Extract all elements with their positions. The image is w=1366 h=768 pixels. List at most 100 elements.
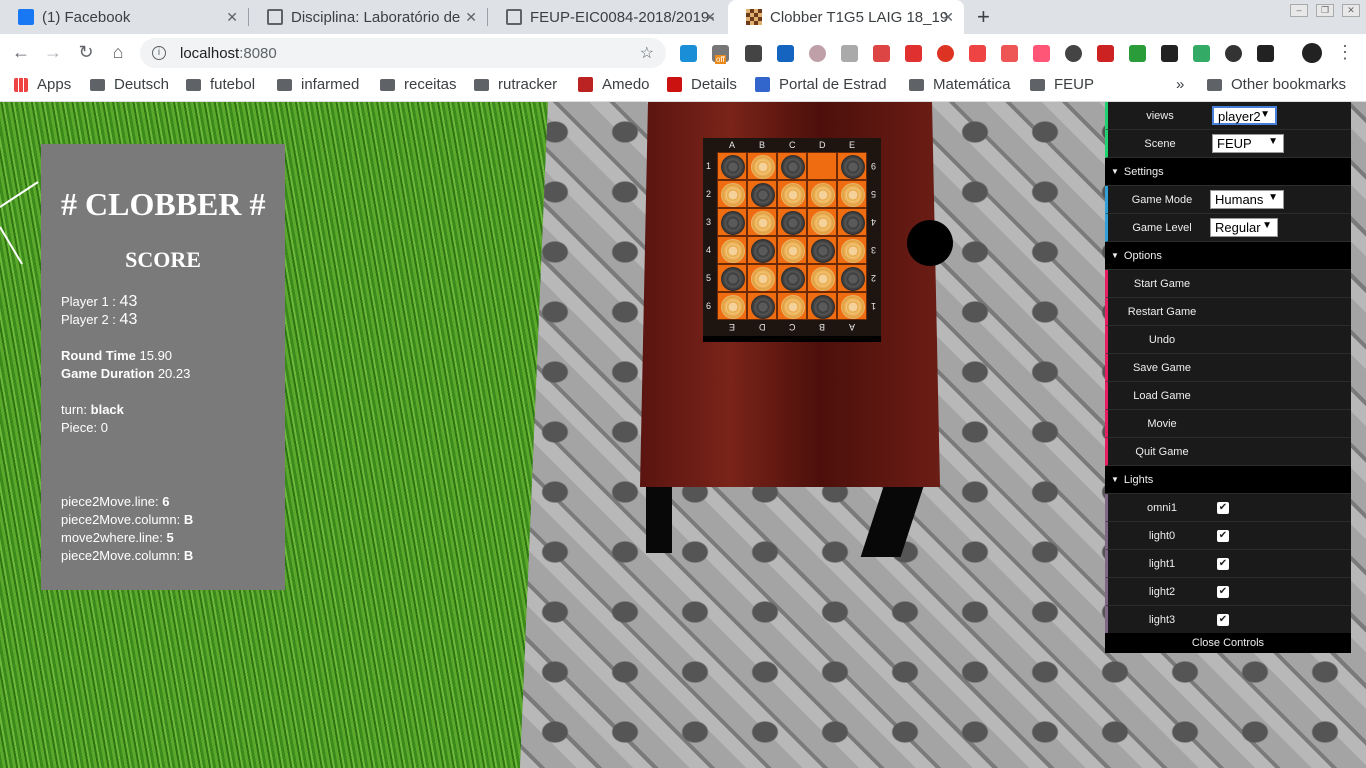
lights-folder[interactable]: ▼ Lights (1105, 466, 1351, 494)
black-piece[interactable] (721, 155, 745, 179)
board-cell[interactable] (837, 208, 867, 236)
board-cell[interactable] (777, 208, 807, 236)
bookmark-deutsch[interactable]: Deutsch (90, 76, 169, 93)
board-cell[interactable] (777, 236, 807, 264)
undo-button[interactable]: Undo (1105, 326, 1351, 354)
board-cell[interactable] (807, 180, 837, 208)
extension-icon[interactable] (1001, 45, 1018, 62)
board-cell[interactable] (837, 180, 867, 208)
black-piece[interactable] (781, 267, 805, 291)
tab-clobber[interactable]: Clobber T1G5 LAIG 18_19 ✕ (728, 0, 964, 34)
home-icon[interactable]: ⌂ (107, 42, 129, 63)
cloud-download-icon[interactable] (1225, 45, 1242, 62)
scene-select[interactable]: FEUP ▼ (1212, 134, 1284, 153)
black-piece[interactable] (721, 211, 745, 235)
board-cell[interactable] (837, 264, 867, 292)
board-cell[interactable] (807, 208, 837, 236)
white-piece[interactable] (781, 295, 805, 319)
white-piece[interactable] (811, 183, 835, 207)
close-tab-icon[interactable]: ✕ (704, 9, 716, 26)
bookmark-rutracker[interactable]: rutracker (474, 76, 557, 93)
extension-icon[interactable] (1161, 45, 1178, 62)
avatar[interactable] (1302, 43, 1322, 63)
extension-icon[interactable] (1033, 45, 1050, 62)
black-piece[interactable] (811, 295, 835, 319)
close-tab-icon[interactable]: ✕ (465, 9, 477, 26)
white-piece[interactable] (841, 295, 865, 319)
board-cell[interactable] (747, 180, 777, 208)
board-cell[interactable] (807, 292, 837, 320)
black-piece[interactable] (721, 267, 745, 291)
minimize-icon[interactable]: – (1290, 4, 1308, 17)
maximize-icon[interactable]: ❐ (1316, 4, 1334, 17)
settings-folder[interactable]: ▼ Settings (1105, 158, 1351, 186)
white-piece[interactable] (721, 239, 745, 263)
white-piece[interactable] (841, 239, 865, 263)
black-piece[interactable] (841, 155, 865, 179)
extension-icon[interactable] (1193, 45, 1210, 62)
light-checkbox[interactable]: ✔ (1217, 557, 1229, 570)
extension-icon[interactable] (969, 45, 986, 62)
light-checkbox[interactable]: ✔ (1217, 529, 1229, 542)
address-bar[interactable]: i localhost:8080 ☆ (140, 38, 666, 68)
bookmark-feup[interactable]: FEUP (1030, 76, 1094, 93)
board-cell[interactable] (807, 236, 837, 264)
menu-icon[interactable]: ⋮ (1334, 42, 1356, 63)
white-piece[interactable] (811, 267, 835, 291)
forward-icon[interactable]: → (42, 42, 64, 63)
bookmark-receitas[interactable]: receitas (380, 76, 457, 93)
extension-icon[interactable] (841, 45, 858, 62)
extension-icon[interactable] (905, 45, 922, 62)
board-cell[interactable] (717, 208, 747, 236)
board-cell[interactable] (807, 152, 837, 180)
tab-disciplina[interactable]: Disciplina: Laboratório de ✕ (249, 0, 487, 34)
white-piece[interactable] (841, 183, 865, 207)
bookmark-infarmed[interactable]: infarmed (277, 76, 359, 93)
extension-icon[interactable] (1065, 45, 1082, 62)
views-select[interactable]: player2 ▼ (1212, 106, 1277, 125)
board-cell[interactable] (777, 264, 807, 292)
black-piece[interactable] (751, 239, 775, 263)
white-piece[interactable] (751, 211, 775, 235)
board-cell[interactable] (717, 236, 747, 264)
game-level-select[interactable]: Regular ▼ (1210, 218, 1278, 237)
load-game-button[interactable]: Load Game (1105, 382, 1351, 410)
light-checkbox[interactable]: ✔ (1217, 585, 1229, 598)
white-piece[interactable] (721, 183, 745, 207)
save-game-button[interactable]: Save Game (1105, 354, 1351, 382)
reload-icon[interactable]: ↻ (75, 42, 97, 63)
board-cell[interactable] (777, 152, 807, 180)
bookmark-amedo[interactable]: Amedo (578, 76, 650, 93)
quit-game-button[interactable]: Quit Game (1105, 438, 1351, 466)
board-cell[interactable] (837, 292, 867, 320)
game-scene[interactable]: ABCDEEDCBA123456954321 # CLOBBER # SCORE… (0, 102, 1366, 768)
board-cell[interactable] (747, 264, 777, 292)
black-piece[interactable] (841, 267, 865, 291)
bookmark-apps[interactable]: Apps (14, 76, 71, 93)
download-icon[interactable] (1129, 45, 1146, 62)
bookmark-details[interactable]: Details (667, 76, 737, 93)
bookmark-portal-de-estrada[interactable]: Portal de Estrad (755, 76, 893, 93)
game-board[interactable]: A B C D E E D C B A 1 2 3 4 5 6 9 5 4 3 2 1 (703, 138, 881, 336)
black-piece[interactable] (751, 295, 775, 319)
close-tab-icon[interactable]: ✕ (942, 9, 954, 26)
board-cell[interactable] (747, 236, 777, 264)
board-cell[interactable] (837, 236, 867, 264)
black-piece[interactable] (811, 239, 835, 263)
board-cell[interactable] (807, 264, 837, 292)
board-cell[interactable] (777, 292, 807, 320)
bookmark-star-icon[interactable]: ☆ (640, 43, 654, 63)
white-piece[interactable] (751, 155, 775, 179)
board-cell[interactable] (747, 152, 777, 180)
white-piece[interactable] (781, 239, 805, 263)
bookmark-other[interactable]: Other bookmarks (1207, 76, 1346, 93)
extension-icon[interactable] (745, 45, 762, 62)
light-checkbox[interactable]: ✔ (1217, 501, 1229, 514)
board-cell[interactable] (747, 292, 777, 320)
new-tab-icon[interactable]: + (977, 4, 990, 30)
restart-game-button[interactable]: Restart Game (1105, 298, 1351, 326)
white-piece[interactable] (721, 295, 745, 319)
board-cell[interactable] (717, 292, 747, 320)
extension-icon[interactable] (680, 45, 697, 62)
white-piece[interactable] (751, 267, 775, 291)
